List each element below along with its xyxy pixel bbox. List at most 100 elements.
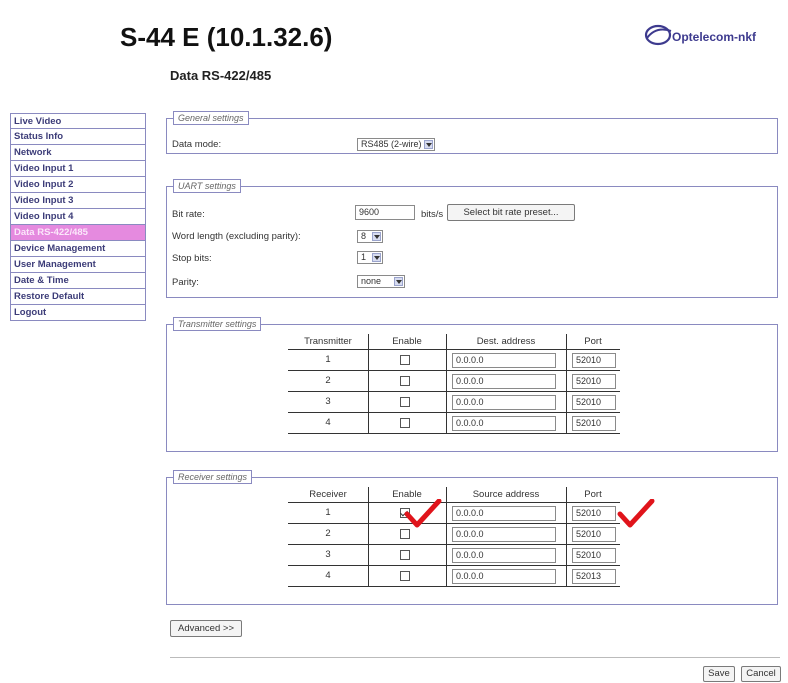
transmitter-port-input[interactable]: 52010	[572, 416, 616, 431]
transmitter-header-3: Port	[584, 336, 602, 347]
transmitter-address-input[interactable]: 0.0.0.0	[452, 374, 556, 389]
data-mode-value: RS485 (2-wire)	[361, 139, 422, 149]
transmitter-column-divider	[368, 334, 369, 434]
word-length-value: 8	[361, 231, 367, 241]
parity-label: Parity:	[172, 277, 199, 288]
receiver-row-number: 4	[325, 570, 331, 581]
word-length-select[interactable]: 8	[357, 230, 383, 243]
transmitter-enable-checkbox[interactable]	[400, 397, 410, 407]
transmitter-row-number: 2	[325, 375, 331, 386]
transmitter-row-divider	[288, 433, 620, 434]
bit-rate-label: Bit rate:	[172, 209, 205, 220]
cancel-button[interactable]: Cancel	[741, 666, 781, 682]
receiver-address-input[interactable]: 0.0.0.0	[452, 569, 556, 584]
chevron-down-icon	[424, 140, 433, 149]
sidebar-item-video-input-4[interactable]: Video Input 4	[10, 209, 146, 225]
transmitter-address-input[interactable]: 0.0.0.0	[452, 353, 556, 368]
advanced-button[interactable]: Advanced >>	[170, 620, 242, 637]
sidebar-item-video-input-3[interactable]: Video Input 3	[10, 193, 146, 209]
receiver-row-divider	[288, 502, 620, 503]
sidebar-item-live-video[interactable]: Live Video	[10, 113, 146, 129]
save-button[interactable]: Save	[703, 666, 735, 682]
transmitter-column-divider	[446, 334, 447, 434]
transmitter-column-divider	[566, 334, 567, 434]
receiver-column-divider	[566, 487, 567, 587]
parity-select[interactable]: none	[357, 275, 405, 288]
transmitter-row-divider	[288, 391, 620, 392]
general-settings-legend: General settings	[173, 111, 249, 125]
transmitter-enable-checkbox[interactable]	[400, 418, 410, 428]
chevron-down-icon	[372, 232, 381, 241]
sidebar-nav: Live Video Status Info Network Video Inp…	[10, 113, 146, 321]
divider	[170, 657, 780, 658]
receiver-column-divider	[446, 487, 447, 587]
sidebar-item-network[interactable]: Network	[10, 145, 146, 161]
bit-rate-input[interactable]: 9600	[355, 205, 415, 220]
sidebar-item-restore-default[interactable]: Restore Default	[10, 289, 146, 305]
sidebar-item-user-management[interactable]: User Management	[10, 257, 146, 273]
logo-swoosh-icon	[644, 24, 672, 46]
receiver-row-divider	[288, 523, 620, 524]
uart-settings-panel: UART settings Bit rate: 9600 bits/s Sele…	[166, 179, 778, 298]
parity-value: none	[361, 276, 382, 286]
receiver-port-input[interactable]: 52010	[572, 527, 616, 542]
receiver-header-0: Receiver	[309, 489, 347, 500]
transmitter-enable-checkbox[interactable]	[400, 376, 410, 386]
transmitter-row-number: 4	[325, 417, 331, 428]
transmitter-port-input[interactable]: 52010	[572, 353, 616, 368]
receiver-address-input[interactable]: 0.0.0.0	[452, 548, 556, 563]
receiver-enable-checkbox[interactable]	[400, 571, 410, 581]
transmitter-address-input[interactable]: 0.0.0.0	[452, 395, 556, 410]
sidebar-item-logout[interactable]: Logout	[10, 305, 146, 321]
receiver-column-divider	[368, 487, 369, 587]
red-check-mark-icon	[404, 499, 442, 528]
brand-logo: Optelecom-nkf	[644, 22, 788, 52]
sidebar-item-video-input-2[interactable]: Video Input 2	[10, 177, 146, 193]
bit-rate-unit: bits/s	[421, 209, 444, 220]
sidebar-item-date-time[interactable]: Date & Time	[10, 273, 146, 289]
receiver-row-number: 1	[325, 507, 331, 518]
transmitter-row-divider	[288, 412, 620, 413]
transmitter-row-divider	[288, 370, 620, 371]
transmitter-address-input[interactable]: 0.0.0.0	[452, 416, 556, 431]
stop-bits-value: 1	[361, 252, 367, 262]
transmitter-row-number: 1	[325, 354, 331, 365]
chevron-down-icon	[394, 277, 403, 286]
receiver-header-2: Source address	[472, 489, 540, 500]
general-settings-panel: General settings Data mode: RS485 (2-wir…	[166, 111, 778, 154]
receiver-row-divider	[288, 544, 620, 545]
transmitter-port-input[interactable]: 52010	[572, 395, 616, 410]
transmitter-row-number: 3	[325, 396, 331, 407]
sidebar-item-video-input-1[interactable]: Video Input 1	[10, 161, 146, 177]
receiver-row-number: 2	[325, 528, 331, 539]
stop-bits-label: Stop bits:	[172, 253, 212, 264]
uart-settings-legend: UART settings	[173, 179, 241, 193]
receiver-port-input[interactable]: 52010	[572, 506, 616, 521]
transmitter-header-0: Transmitter	[304, 336, 352, 347]
sidebar-item-device-management[interactable]: Device Management	[10, 241, 146, 257]
sidebar-item-data-rs422-485[interactable]: Data RS-422/485	[10, 225, 146, 241]
receiver-enable-checkbox[interactable]	[400, 550, 410, 560]
transmitter-row-divider	[288, 349, 620, 350]
logo-text: Optelecom-nkf	[672, 30, 757, 44]
transmitter-settings-legend: Transmitter settings	[173, 317, 262, 331]
page-heading: Data RS-422/485	[170, 68, 272, 83]
receiver-address-input[interactable]: 0.0.0.0	[452, 527, 556, 542]
transmitter-enable-checkbox[interactable]	[400, 355, 410, 365]
stop-bits-select[interactable]: 1	[357, 251, 383, 264]
chevron-down-icon	[372, 253, 381, 262]
receiver-row-divider	[288, 565, 620, 566]
transmitter-port-input[interactable]: 52010	[572, 374, 616, 389]
receiver-port-input[interactable]: 52010	[572, 548, 616, 563]
transmitter-header-2: Dest. address	[476, 336, 536, 347]
transmitter-header-1: Enable	[392, 336, 422, 347]
receiver-row-divider	[288, 586, 620, 587]
receiver-settings-legend: Receiver settings	[173, 470, 253, 484]
data-mode-select[interactable]: RS485 (2-wire)	[357, 138, 435, 151]
receiver-enable-checkbox[interactable]	[400, 529, 410, 539]
select-bit-rate-preset-button[interactable]: Select bit rate preset...	[447, 204, 575, 221]
red-check-mark-icon	[617, 499, 655, 528]
sidebar-item-status-info[interactable]: Status Info	[10, 129, 146, 145]
receiver-address-input[interactable]: 0.0.0.0	[452, 506, 556, 521]
receiver-port-input[interactable]: 52013	[572, 569, 616, 584]
